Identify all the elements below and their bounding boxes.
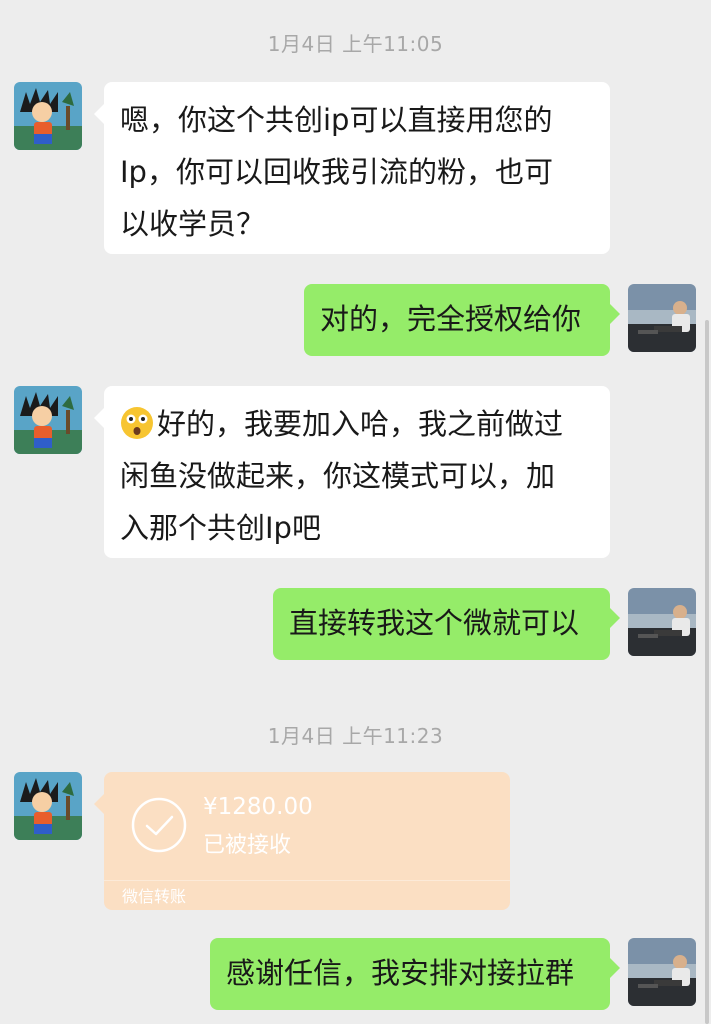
transfer-label: 微信转账 <box>122 887 187 906</box>
own-avatar[interactable] <box>628 284 696 352</box>
transfer-card[interactable]: ¥1280.00 已被接收 微信转账 <box>94 772 510 910</box>
contact-avatar[interactable] <box>14 82 82 150</box>
message-text-line: 闲鱼没做起来，你这模式可以，加 <box>120 459 556 493</box>
scrollbar[interactable] <box>705 320 709 1024</box>
transfer-divider <box>104 880 510 881</box>
transfer-status: 已被接收 <box>203 833 292 858</box>
message-text: 直接转我这个微就可以 <box>289 606 580 640</box>
check-circle-icon <box>130 796 188 854</box>
own-avatar[interactable] <box>628 588 696 656</box>
contact-avatar[interactable] <box>14 386 82 454</box>
message-bubble-incoming[interactable]: 好的，我要加入哈，我之前做过 闲鱼没做起来，你这模式可以，加 入那个共创Ip吧 <box>94 386 610 558</box>
message-text: 感谢任信，我安排对接拉群 <box>226 956 575 990</box>
message-bubble-outgoing[interactable]: 感谢任信，我安排对接拉群 <box>210 938 620 1010</box>
message-text-line: Ip，你可以回收我引流的粉，也可 <box>120 155 553 189</box>
message-bubble-outgoing[interactable]: 直接转我这个微就可以 <box>273 588 620 660</box>
timestamp: 1月4日 上午11:23 <box>267 724 444 748</box>
transfer-amount: ¥1280.00 <box>203 794 313 820</box>
message-text-line: 好的，我要加入哈，我之前做过 <box>120 398 594 450</box>
chat-view[interactable]: 1月4日 上午11:05 嗯，你这个共创ip可以直接用您的 Ip，你可以回收我引… <box>0 0 711 1024</box>
astonished-face-icon <box>120 404 154 439</box>
message-text-line: 以收学员？ <box>120 207 266 241</box>
message-text: 对的，完全授权给你 <box>320 302 582 336</box>
timestamp: 1月4日 上午11:05 <box>267 32 444 56</box>
message-text-line: 嗯，你这个共创ip可以直接用您的 <box>120 103 553 137</box>
own-avatar[interactable] <box>628 938 696 1006</box>
message-bubble-incoming[interactable]: 嗯，你这个共创ip可以直接用您的 Ip，你可以回收我引流的粉，也可 以收学员？ <box>94 82 610 254</box>
message-text-line: 入那个共创Ip吧 <box>120 511 321 545</box>
message-bubble-outgoing[interactable]: 对的，完全授权给你 <box>304 284 620 356</box>
contact-avatar[interactable] <box>14 772 82 840</box>
